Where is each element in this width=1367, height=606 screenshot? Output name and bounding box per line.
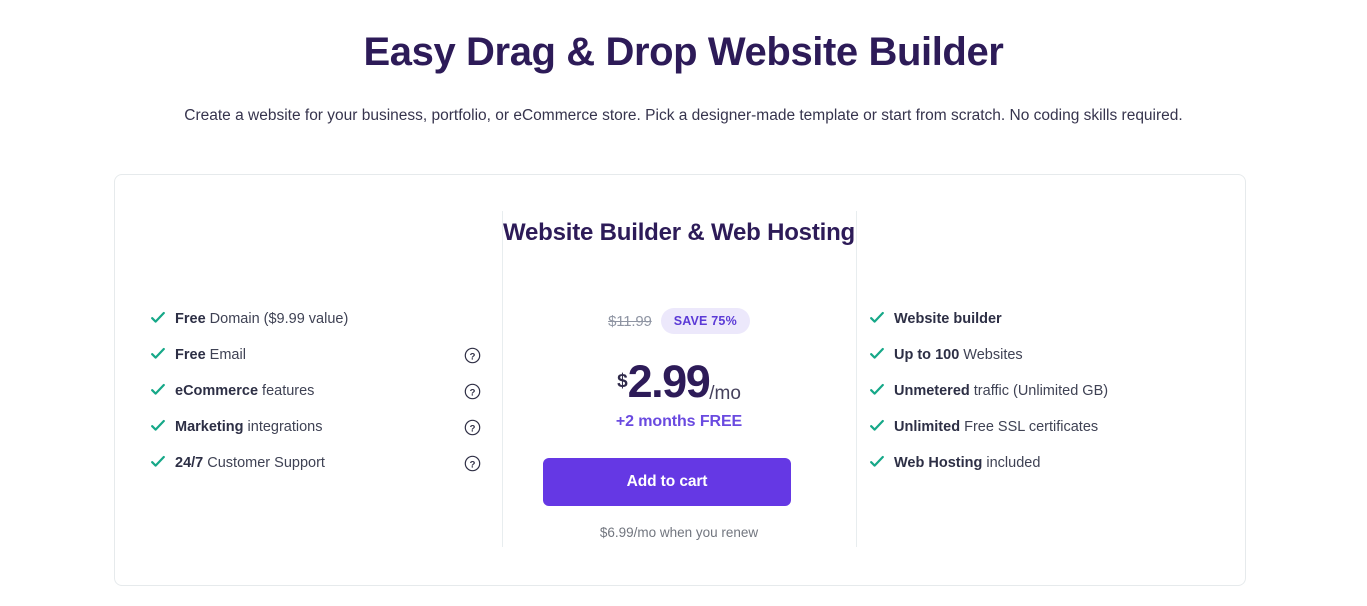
price-currency: $ — [617, 371, 628, 392]
old-price: $11.99 — [608, 312, 652, 330]
add-to-cart-button[interactable]: Add to cart — [543, 458, 791, 506]
check-icon — [151, 419, 165, 433]
check-icon — [870, 347, 884, 361]
check-icon — [151, 311, 165, 325]
feature-label: 24/7 Customer Support — [175, 454, 325, 471]
help-icon-spacer — [464, 311, 481, 328]
feature-row: Marketing integrations? — [151, 409, 481, 445]
help-circle-icon[interactable]: ? — [464, 383, 481, 400]
feature-row: Unmetered traffic (Unlimited GB) — [870, 373, 1230, 409]
check-icon — [870, 419, 884, 433]
feature-label: Free Email — [175, 346, 246, 363]
old-price-row: $11.99 SAVE 75% — [502, 308, 856, 334]
feature-label: eCommerce features — [175, 382, 315, 399]
page-title: Easy Drag & Drop Website Builder — [363, 30, 1004, 74]
features-column-left: Free Domain ($9.99 value) Free Email? eCom… — [115, 175, 502, 585]
page-subtitle: Create a website for your business, port… — [184, 107, 1183, 124]
renewal-note: $6.99/mo when you renew — [599, 525, 759, 540]
check-icon — [151, 347, 165, 361]
help-circle-icon[interactable]: ? — [464, 347, 481, 364]
feature-label: Website builder — [894, 310, 1002, 327]
bonus-months-label: +2 months FREE — [615, 413, 743, 430]
price-period: /mo — [709, 383, 741, 404]
check-icon — [151, 383, 165, 397]
pricing-card: Free Domain ($9.99 value) Free Email? eCom… — [114, 174, 1246, 586]
feature-label: Unlimited Free SSL certificates — [894, 418, 1099, 435]
feature-row: Website builder — [870, 301, 1230, 337]
check-icon — [870, 383, 884, 397]
feature-label: Web Hosting included — [894, 454, 1041, 471]
plan-title: Website Builder & Web Hosting — [502, 219, 855, 246]
check-icon — [870, 311, 884, 325]
svg-text:?: ? — [470, 387, 476, 398]
feature-label: Marketing integrations — [175, 418, 323, 435]
pricing-page: Easy Drag & Drop Website Builder Create … — [0, 0, 1367, 606]
price-amount: 2.99 — [627, 356, 711, 407]
current-price: $2.99/mo — [502, 359, 856, 404]
svg-text:?: ? — [470, 351, 476, 362]
feature-list-left: Free Domain ($9.99 value) Free Email? eCom… — [151, 301, 481, 481]
feature-row: Web Hosting included — [870, 445, 1230, 481]
feature-label: Up to 100 Websites — [894, 346, 1023, 363]
svg-text:?: ? — [470, 459, 476, 470]
svg-text:?: ? — [470, 423, 476, 434]
feature-row: 24/7 Customer Support? — [151, 445, 481, 481]
save-badge: SAVE 75% — [660, 308, 750, 334]
feature-row: Free Email? — [151, 337, 481, 373]
feature-label: Unmetered traffic (Unlimited GB) — [894, 382, 1109, 399]
check-icon — [151, 455, 165, 469]
feature-row: Up to 100 Websites — [870, 337, 1230, 373]
feature-row: Unlimited Free SSL certificates — [870, 409, 1230, 445]
help-circle-icon[interactable]: ? — [464, 419, 481, 436]
feature-label: Free Domain ($9.99 value) — [175, 310, 349, 327]
feature-row: eCommerce features? — [151, 373, 481, 409]
feature-row: Free Domain ($9.99 value) — [151, 301, 481, 337]
feature-list-right: Website builder Up to 100 Websites Unmeter… — [870, 301, 1230, 481]
plan-column: Website Builder & Web Hosting $11.99 SAV… — [502, 175, 856, 585]
help-circle-icon[interactable]: ? — [464, 455, 481, 472]
features-column-right: Website builder Up to 100 Websites Unmeter… — [856, 175, 1245, 585]
check-icon — [870, 455, 884, 469]
